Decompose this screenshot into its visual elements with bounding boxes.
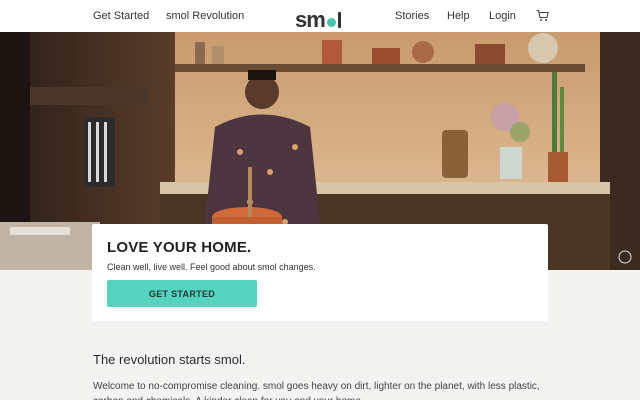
main-content: The revolution starts smol. Welcome to n… xyxy=(93,352,553,400)
top-nav: Get Started smol Revolution sm Stories H… xyxy=(0,0,640,32)
section-heading: The revolution starts smol. xyxy=(93,352,246,367)
nav-link-get-started[interactable]: Get Started xyxy=(93,9,149,23)
hero-subtitle: Clean well, live well. Feel good about s… xyxy=(107,262,316,272)
nav-link-login[interactable]: Login xyxy=(489,9,516,23)
get-started-button[interactable]: GET STARTED xyxy=(107,280,257,307)
logo-bar xyxy=(337,12,341,28)
logo-dot xyxy=(326,17,336,27)
cart-icon[interactable] xyxy=(536,9,549,22)
nav-link-smol-revolution[interactable]: smol Revolution xyxy=(166,9,244,23)
hero-title: LOVE YOUR HOME. xyxy=(107,239,252,256)
smol-logo[interactable]: sm xyxy=(295,9,341,31)
intro-paragraph: Welcome to no-compromise cleaning. smol … xyxy=(93,381,540,400)
nav-link-stories[interactable]: Stories xyxy=(395,9,429,23)
logo-wordmark: sm xyxy=(295,7,326,32)
nav-link-help[interactable]: Help xyxy=(447,9,470,23)
hero-card: LOVE YOUR HOME. Clean well, live well. F… xyxy=(92,224,548,321)
